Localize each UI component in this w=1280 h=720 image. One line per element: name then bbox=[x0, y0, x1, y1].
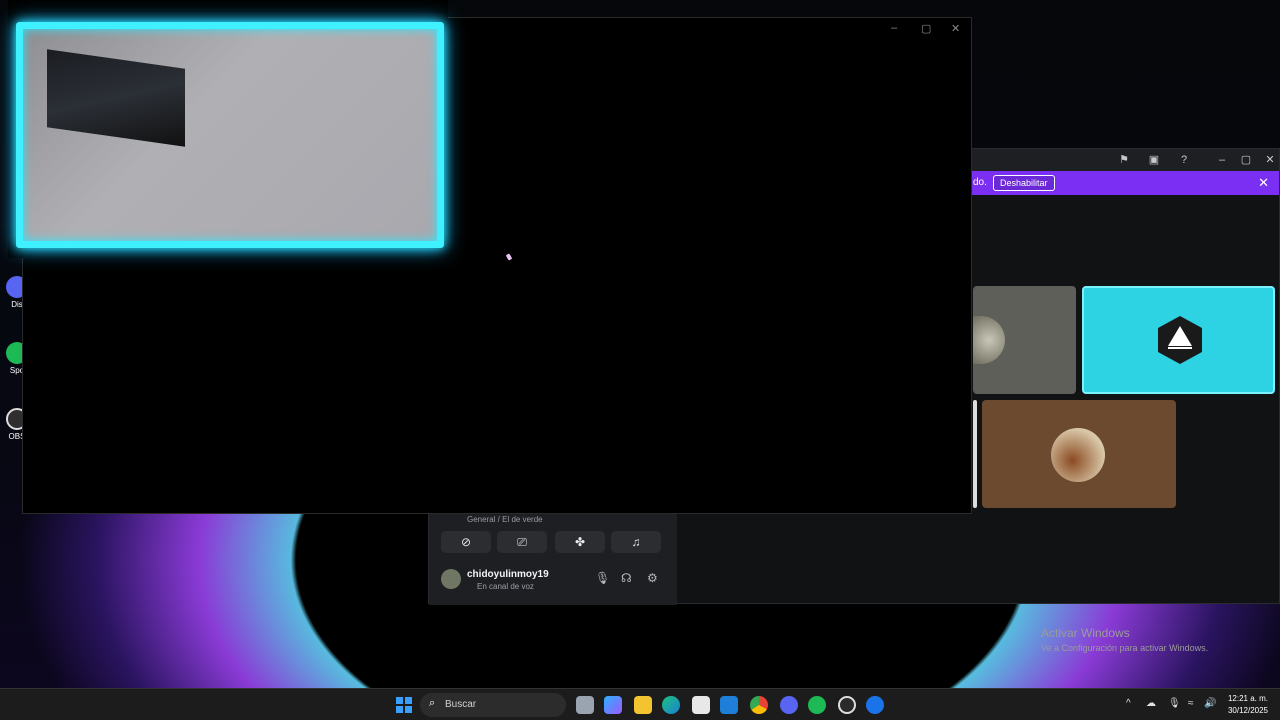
volume-icon[interactable]: 🔊 bbox=[1204, 698, 1216, 709]
banner-close-icon[interactable]: ✕ bbox=[1258, 175, 1269, 191]
store-icon[interactable] bbox=[692, 696, 710, 714]
discord-taskbar-icon[interactable] bbox=[780, 696, 798, 714]
voice-panel: General / El de verde ⊘ ⎚ ✤ ♫ chidoyulin… bbox=[429, 509, 677, 605]
close-button[interactable]: ✕ bbox=[1263, 153, 1277, 167]
chrome-icon[interactable] bbox=[750, 696, 768, 714]
help-icon[interactable]: ? bbox=[1177, 153, 1191, 167]
banner-text: do. bbox=[973, 177, 987, 188]
close-button[interactable]: ✕ bbox=[951, 22, 960, 35]
activities-button[interactable]: ✤ bbox=[555, 531, 605, 553]
chevron-up-icon[interactable]: ^ bbox=[1126, 698, 1131, 709]
flag-icon[interactable]: ⚑ bbox=[1117, 153, 1131, 167]
settings-gear-icon[interactable]: ⚙ bbox=[647, 571, 658, 585]
headphones-icon[interactable]: ☊ bbox=[621, 571, 632, 585]
neon-frame bbox=[16, 22, 444, 248]
participant-tile[interactable] bbox=[973, 400, 977, 508]
wifi-icon[interactable]: ≈ bbox=[1188, 698, 1194, 709]
voice-channel-label: General / El de verde bbox=[467, 515, 543, 524]
ship-logo-icon bbox=[1158, 316, 1202, 364]
mail-icon[interactable] bbox=[720, 696, 738, 714]
time-text: 12:21 a. m. bbox=[1227, 694, 1268, 703]
microphone-icon[interactable]: 🎙 bbox=[595, 571, 610, 585]
date-text: 30/12/2025 bbox=[1227, 706, 1268, 715]
file-explorer-icon[interactable] bbox=[634, 696, 652, 714]
camera-off-button[interactable]: ⊘ bbox=[441, 531, 491, 553]
taskbar-search[interactable]: ⌕ Buscar bbox=[420, 693, 566, 717]
watermark-title: Activar Windows bbox=[1041, 626, 1130, 640]
avatar bbox=[973, 316, 1005, 364]
activation-watermark: Activar Windows Ve a Configuración para … bbox=[1041, 626, 1208, 653]
widgets-icon[interactable] bbox=[604, 696, 622, 714]
maximize-button[interactable]: ▢ bbox=[921, 22, 931, 35]
desktop: Dis Spo OBS ⚑ ▣ ? – ▢ ✕ do. Deshabilitar… bbox=[0, 0, 1280, 720]
soundboard-button[interactable]: ♫ bbox=[611, 531, 661, 553]
cloud-icon[interactable]: ☁ bbox=[1146, 698, 1156, 709]
clock[interactable]: 12:21 a. m. 30/12/2025 bbox=[1228, 693, 1268, 717]
disable-button[interactable]: Deshabilitar bbox=[993, 175, 1055, 191]
user-status: En canal de voz bbox=[477, 582, 534, 591]
help-app-icon[interactable] bbox=[866, 696, 884, 714]
edge-icon[interactable] bbox=[662, 696, 680, 714]
minimize-button[interactable]: – bbox=[891, 22, 897, 34]
minimize-button[interactable]: – bbox=[1215, 153, 1229, 167]
inbox-icon[interactable]: ▣ bbox=[1147, 153, 1161, 167]
webcam-overlay bbox=[8, 0, 448, 258]
obs-taskbar-icon[interactable] bbox=[838, 696, 856, 714]
task-view-icon[interactable] bbox=[576, 696, 594, 714]
user-avatar[interactable] bbox=[441, 569, 461, 589]
watermark-subtitle: Ve a Configuración para activar Windows. bbox=[1041, 643, 1209, 653]
participant-tile-active[interactable] bbox=[1082, 286, 1275, 394]
search-placeholder: Buscar bbox=[445, 699, 477, 710]
avatar bbox=[1051, 428, 1105, 482]
maximize-button[interactable]: ▢ bbox=[1239, 153, 1253, 167]
search-icon: ⌕ bbox=[429, 697, 436, 709]
participant-tile[interactable] bbox=[982, 400, 1176, 508]
user-name: chidoyulinmoy19 bbox=[467, 569, 549, 580]
webcam-object bbox=[47, 49, 185, 147]
start-button[interactable] bbox=[396, 697, 412, 713]
taskbar: ⌕ Buscar ^ ☁ 🎙 ≈ 🔊 12:21 a. m. 30/12/202… bbox=[0, 688, 1280, 720]
participant-tile[interactable] bbox=[973, 286, 1076, 394]
microphone-tray-icon[interactable]: 🎙 bbox=[1168, 698, 1181, 709]
spotify-taskbar-icon[interactable] bbox=[808, 696, 826, 714]
screen-share-button[interactable]: ⎚ bbox=[497, 531, 547, 553]
